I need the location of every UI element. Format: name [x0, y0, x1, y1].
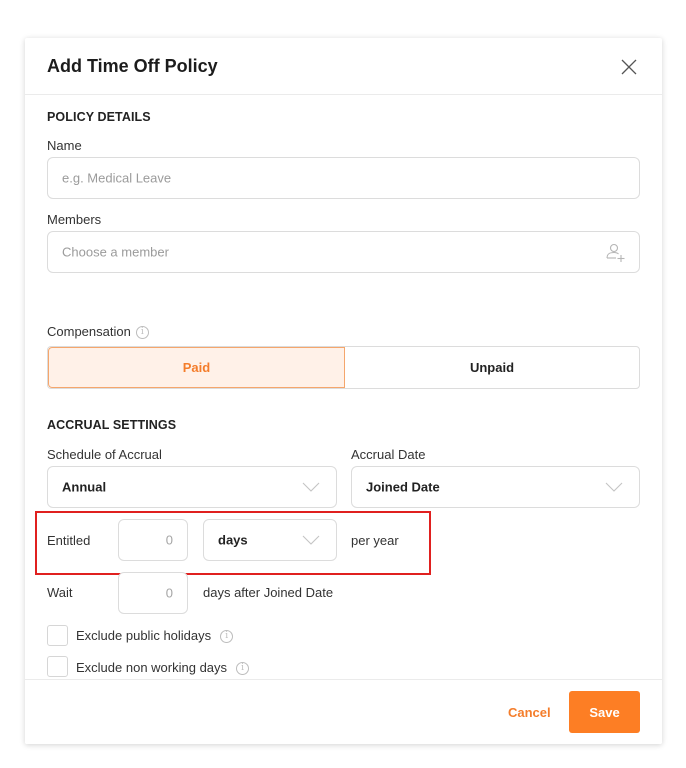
wait-suffix: days after Joined Date — [203, 585, 334, 600]
dialog-header: Add Time Off Policy — [25, 38, 662, 95]
members-label: Members — [47, 212, 102, 227]
compensation-toggle: Paid Unpaid — [47, 346, 640, 389]
schedule-of-accrual-label: Schedule of Accrual — [47, 447, 162, 462]
schedule-of-accrual-value: Annual — [62, 479, 107, 495]
info-icon[interactable]: i — [135, 326, 149, 340]
exclude-public-holidays-checkbox[interactable] — [47, 625, 68, 646]
info-icon[interactable]: i — [236, 662, 250, 676]
exclude-non-working-days-checkbox[interactable] — [47, 656, 68, 677]
accrual-date-value: Joined Date — [366, 479, 440, 495]
compensation-paid-option[interactable]: Paid — [48, 347, 345, 388]
members-placeholder: Choose a member — [62, 244, 169, 260]
cancel-button[interactable]: Cancel — [508, 705, 551, 720]
compensation-label-text: Compensation — [47, 324, 131, 339]
entitled-unit-select[interactable]: days — [203, 519, 337, 561]
exclude-public-holidays-label: Exclude public holidays i — [76, 628, 234, 644]
entitled-label: Entitled — [47, 533, 91, 548]
name-input[interactable]: e.g. Medical Leave — [47, 157, 640, 199]
wait-days-value: 0 — [165, 585, 173, 601]
dialog-footer: Cancel Save — [25, 679, 662, 744]
chevron-down-icon — [302, 535, 320, 545]
wait-days-input[interactable]: 0 — [118, 572, 188, 614]
accrual-date-select[interactable]: Joined Date — [351, 466, 640, 508]
chevron-down-icon — [302, 482, 320, 492]
accrual-settings-heading: ACCRUAL SETTINGS — [47, 418, 177, 432]
members-input[interactable]: Choose a member — [47, 231, 640, 273]
entitled-days-value: 0 — [165, 532, 173, 548]
exclude-non-working-days-label: Exclude non working days i — [76, 660, 250, 676]
schedule-of-accrual-select[interactable]: Annual — [47, 466, 337, 508]
entitled-unit-value: days — [218, 532, 248, 548]
add-user-icon[interactable] — [605, 242, 627, 264]
exclude-non-working-days-text: Exclude non working days — [76, 660, 228, 675]
name-placeholder: e.g. Medical Leave — [62, 170, 172, 186]
accrual-date-label: Accrual Date — [351, 447, 426, 462]
add-time-off-policy-dialog: Add Time Off Policy POLICY DETAILS Name … — [25, 38, 662, 744]
entitled-days-input[interactable]: 0 — [118, 519, 188, 561]
exclude-public-holidays-text: Exclude public holidays — [76, 628, 212, 643]
info-icon[interactable]: i — [220, 630, 234, 644]
dialog-title: Add Time Off Policy — [47, 56, 218, 76]
policy-details-heading: POLICY DETAILS — [47, 110, 151, 124]
chevron-down-icon — [605, 482, 623, 492]
entitled-suffix: per year — [351, 533, 399, 548]
name-label: Name — [47, 138, 82, 153]
close-icon — [621, 59, 637, 75]
compensation-unpaid-option[interactable]: Unpaid — [345, 347, 639, 388]
save-button[interactable]: Save — [569, 691, 640, 733]
close-button[interactable] — [619, 57, 639, 77]
compensation-label: Compensation i — [47, 324, 149, 340]
dialog-body[interactable]: POLICY DETAILS Name e.g. Medical Leave M… — [25, 96, 662, 679]
wait-label: Wait — [47, 585, 73, 600]
